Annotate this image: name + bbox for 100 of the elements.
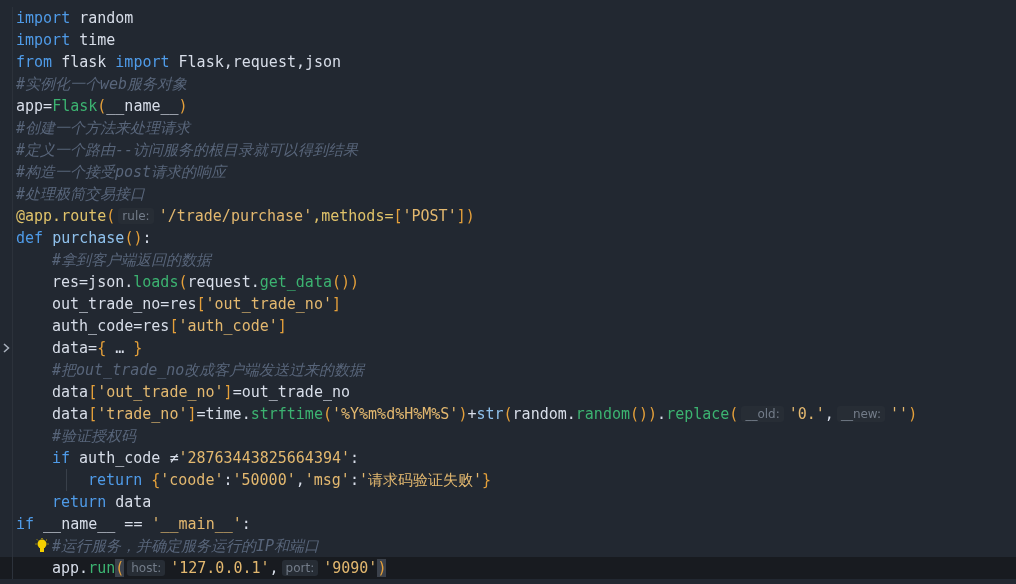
code-token: ()	[124, 229, 143, 247]
code-token: }	[133, 339, 143, 357]
code-token: '__main__'	[151, 515, 242, 533]
code-token: request.	[187, 273, 260, 291]
code-token: Flask,request,json	[177, 53, 342, 71]
parameter-hint: port:	[281, 560, 319, 576]
code-token: ]	[187, 405, 197, 423]
code-token: from	[16, 53, 53, 71]
code-token: 'coode'	[160, 471, 224, 489]
parameter-hint: rule:	[118, 208, 154, 224]
code-token: import	[16, 31, 71, 49]
code-token: [	[169, 317, 179, 335]
code-token: out_trade_no=res	[52, 295, 197, 313]
code-token: :	[350, 449, 360, 467]
code-token: ,	[824, 405, 834, 423]
code-token: data	[114, 493, 152, 511]
code-token: data	[52, 405, 89, 423]
code-token: '/trade/purchase'	[158, 207, 313, 225]
lightbulb-icon[interactable]	[35, 538, 49, 554]
code-token: )	[458, 405, 468, 423]
code-token: auth_code ≠	[78, 449, 179, 467]
chevron-icon[interactable]	[2, 343, 10, 353]
code-token: :	[349, 471, 359, 489]
code-token: def	[16, 229, 45, 247]
code-token: ''	[890, 405, 909, 423]
code-token: (	[178, 273, 188, 291]
code-token: 'out_trade_no'	[205, 295, 332, 313]
code-token: [	[393, 207, 403, 225]
code-token: '9090'	[323, 559, 378, 577]
code-token: {	[151, 471, 161, 489]
code-token: +	[467, 405, 477, 423]
parameter-hint: host:	[127, 560, 166, 576]
code-token: 'POST'	[402, 207, 457, 225]
code-token: @app.route	[16, 207, 107, 225]
code-token: }	[482, 471, 492, 489]
code-token: '请求码验证失败'	[358, 470, 482, 490]
code-token: ,methods=	[312, 207, 394, 225]
code-token: purchase	[52, 229, 125, 247]
code-token: Flask	[52, 97, 98, 115]
code-token: return	[52, 493, 107, 511]
parameter-hint: __old:	[741, 406, 784, 422]
code-token: 'out_trade_no'	[97, 383, 224, 401]
code-comment: #验证授权码	[52, 426, 137, 446]
code-token: replace	[666, 405, 730, 423]
code-token: 'msg'	[304, 471, 350, 489]
code-token: run	[88, 559, 116, 577]
code-token: {	[97, 339, 107, 357]
code-token: if	[16, 515, 35, 533]
code-token: ])	[456, 207, 475, 225]
code-token: …	[114, 339, 126, 357]
code-token: :	[142, 229, 152, 247]
code-token: loads	[133, 273, 179, 291]
code-token: __name__ ==	[42, 515, 144, 533]
code-comment: #处理极简交易接口	[16, 184, 146, 204]
code-token: random.	[512, 405, 576, 423]
code-token: time	[78, 31, 116, 49]
code-token: get_data	[259, 273, 332, 291]
code-token: 'auth_code'	[178, 317, 278, 335]
code-token: ]	[277, 317, 287, 335]
code-token: ,	[269, 559, 279, 577]
code-token: :	[223, 471, 233, 489]
code-token: )	[908, 405, 918, 423]
code-token: )	[178, 97, 188, 115]
code-token: =out_trade_no	[232, 383, 351, 401]
code-token: strftime	[250, 405, 323, 423]
code-token: ())	[331, 273, 360, 291]
code-token: ]	[223, 383, 233, 401]
code-token: return	[88, 471, 144, 489]
code-token: data	[52, 383, 89, 401]
code-token: 'trade_no'	[97, 405, 188, 423]
code-token: (	[115, 559, 125, 577]
code-token: =time.	[196, 405, 251, 423]
code-token: '127.0.0.1'	[170, 559, 270, 577]
code-token: [	[196, 295, 206, 313]
code-comment: #把out_trade_no改成客户端发送过来的数据	[52, 360, 365, 380]
code-token: '28763443825664394'	[178, 449, 351, 467]
code-token: '50000'	[232, 471, 296, 489]
code-token: ())	[630, 405, 658, 423]
code-token: (	[729, 405, 739, 423]
code-token: (	[106, 207, 116, 225]
code-token: '%Y%m%d%H%M%S'	[331, 405, 459, 423]
code-token: (	[322, 405, 332, 423]
code-token: auth_code=res	[52, 317, 170, 335]
code-token: (	[503, 405, 513, 423]
code-token: [	[88, 405, 98, 423]
code-token: str	[476, 405, 504, 423]
code-comment: #运行服务，并确定服务运行的IP和端口	[52, 536, 320, 556]
code-token: import	[16, 9, 71, 27]
code-token: if	[52, 449, 71, 467]
code-token: random	[78, 9, 134, 27]
code-token: import	[115, 53, 170, 71]
parameter-hint: __new:	[836, 406, 886, 422]
code-token: ]	[331, 295, 341, 313]
code-comment: #拿到客户端返回的数据	[52, 250, 212, 270]
code-token: )	[377, 559, 387, 577]
code-token: data=	[52, 339, 98, 357]
code-token: flask	[60, 53, 108, 71]
code-token: ,	[295, 471, 305, 489]
code-token: res=json.	[52, 273, 134, 291]
code-token: :	[241, 515, 251, 533]
